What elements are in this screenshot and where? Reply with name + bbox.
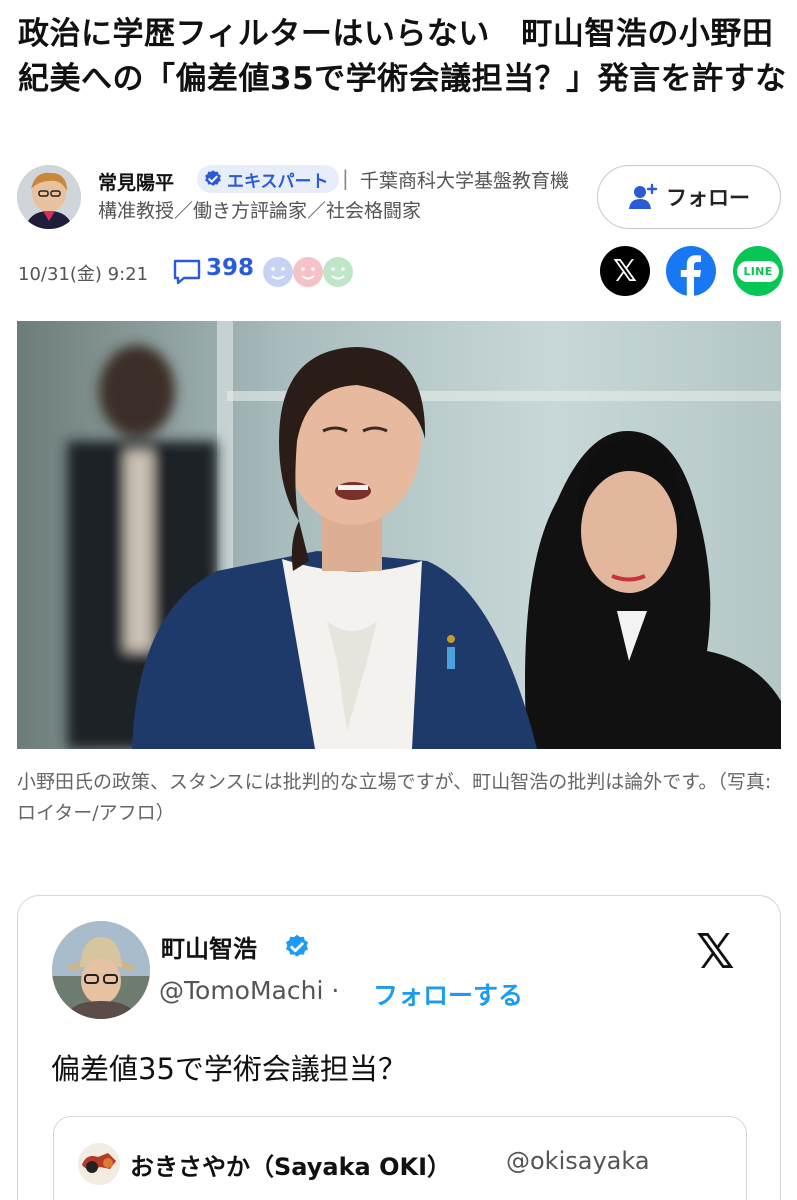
facebook-icon (680, 255, 701, 296)
embedded-tweet-card[interactable]: 町山智浩 @TomoMachi · フォローする 𝕏 偏差値35で学術会議担当？… (17, 895, 781, 1200)
quoted-tweet[interactable]: おきさやか（Sayaka OKI） @okisayaka (53, 1116, 747, 1200)
author-avatar[interactable] (17, 165, 81, 229)
x-logo-icon: 𝕏 (612, 253, 638, 289)
line-icon: LINE (737, 260, 779, 282)
comment-icon[interactable] (172, 258, 202, 286)
tweet-follow-link[interactable]: フォローする (373, 976, 523, 1012)
quoted-author-handle: @okisayaka (506, 1147, 650, 1175)
tweet-handle-separator: · (331, 976, 340, 1005)
quoted-author-name: おきさやか（Sayaka OKI） (130, 1153, 452, 1181)
tweet-author-avatar[interactable] (52, 921, 150, 1019)
author-title: 千葉商科大学基盤教育機構准教授／働き方評論家／社会格闘家 (98, 170, 570, 222)
tweet-author-name[interactable]: 町山智浩 (161, 929, 257, 964)
verified-check-icon (285, 934, 309, 957)
add-user-icon (629, 183, 658, 209)
tweet-author-handle[interactable]: @TomoMachi · (159, 976, 339, 1005)
tweet-text: 偏差値35で学術会議担当？ (51, 1052, 407, 1086)
x-logo-icon[interactable]: 𝕏 (696, 924, 735, 980)
share-facebook-button[interactable] (666, 246, 716, 296)
follow-button-label: フォロー (666, 186, 750, 210)
article-photo (17, 321, 781, 749)
photo-caption: 小野田氏の政策、スタンスには批判的な立場ですが、町山智浩の批判は論外です。（写真… (17, 771, 772, 824)
follow-button[interactable]: フォロー (597, 165, 781, 229)
reaction-faces-icon[interactable] (262, 254, 358, 290)
share-x-button[interactable]: 𝕏 (600, 246, 650, 296)
article-title: 政治に学歴フィルターはいらない 町山智浩の小野田紀美への「偏差値35で学術会議担… (18, 16, 787, 97)
publish-date: 10/31(金) 9:21 (18, 264, 149, 285)
tweet-handle-text: @TomoMachi (159, 976, 324, 1005)
quoted-author-avatar (78, 1143, 120, 1185)
share-line-button[interactable]: LINE (733, 246, 783, 296)
comment-count[interactable]: 398 (206, 255, 254, 281)
